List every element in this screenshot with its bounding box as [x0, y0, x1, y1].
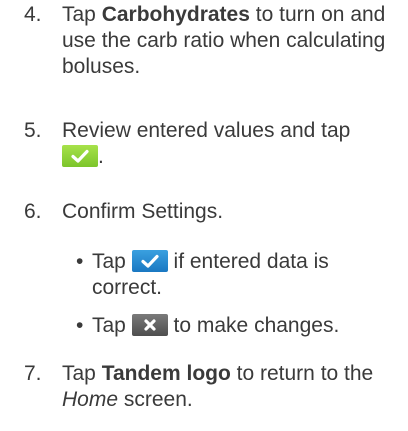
step-5: 5. Review entered values and tap . — [24, 118, 404, 170]
step-number: 6. — [24, 200, 42, 223]
bullet-text-post: to make changes. — [167, 314, 340, 337]
step-number: 5. — [24, 119, 42, 142]
bullet-text-pre: Tap — [92, 314, 132, 337]
tandem-logo-label: Tandem logo — [101, 362, 231, 385]
bullet-mark: • — [76, 314, 84, 337]
step-number: 7. — [24, 362, 42, 385]
step-text: Confirm Settings. — [62, 200, 224, 223]
check-icon — [131, 250, 168, 272]
step-number: 4. — [24, 3, 42, 26]
close-icon — [131, 314, 168, 336]
step-7: 7. Tap Tandem logo to return to the Home … — [24, 361, 404, 413]
step-text: Tap Carbohydrates to turn on and use the… — [62, 2, 404, 80]
bullet-text: Tap if entered data is correct. — [92, 249, 396, 301]
home-screen-label: Home — [62, 388, 119, 411]
bullet-mark: • — [76, 250, 84, 273]
carbohydrates-label: Carbohydrates — [101, 3, 250, 26]
step-text-pre: Tap — [62, 362, 102, 385]
bullet-text: Tap to make changes. — [92, 313, 396, 339]
bullet-text-pre: Tap — [92, 250, 132, 273]
bullet-item: • Tap if entered data is correct. — [76, 249, 396, 301]
step-4: 4. Tap Carbohydrates to turn on and use … — [24, 2, 404, 80]
step-text-main: Review entered values and tap — [62, 119, 351, 142]
step-text: Review entered values and tap . — [62, 118, 404, 170]
bullet-item: • Tap to make changes. — [76, 313, 396, 339]
step-text-pre: Tap — [62, 3, 102, 26]
step-text-post: screen. — [118, 388, 193, 411]
check-icon — [62, 145, 98, 167]
step-text-after: . — [98, 145, 104, 168]
step-text-mid: to return to the — [230, 362, 374, 385]
step-6: 6. Confirm Settings. — [24, 199, 404, 225]
step-text: Tap Tandem logo to return to the Home scr… — [62, 361, 404, 413]
